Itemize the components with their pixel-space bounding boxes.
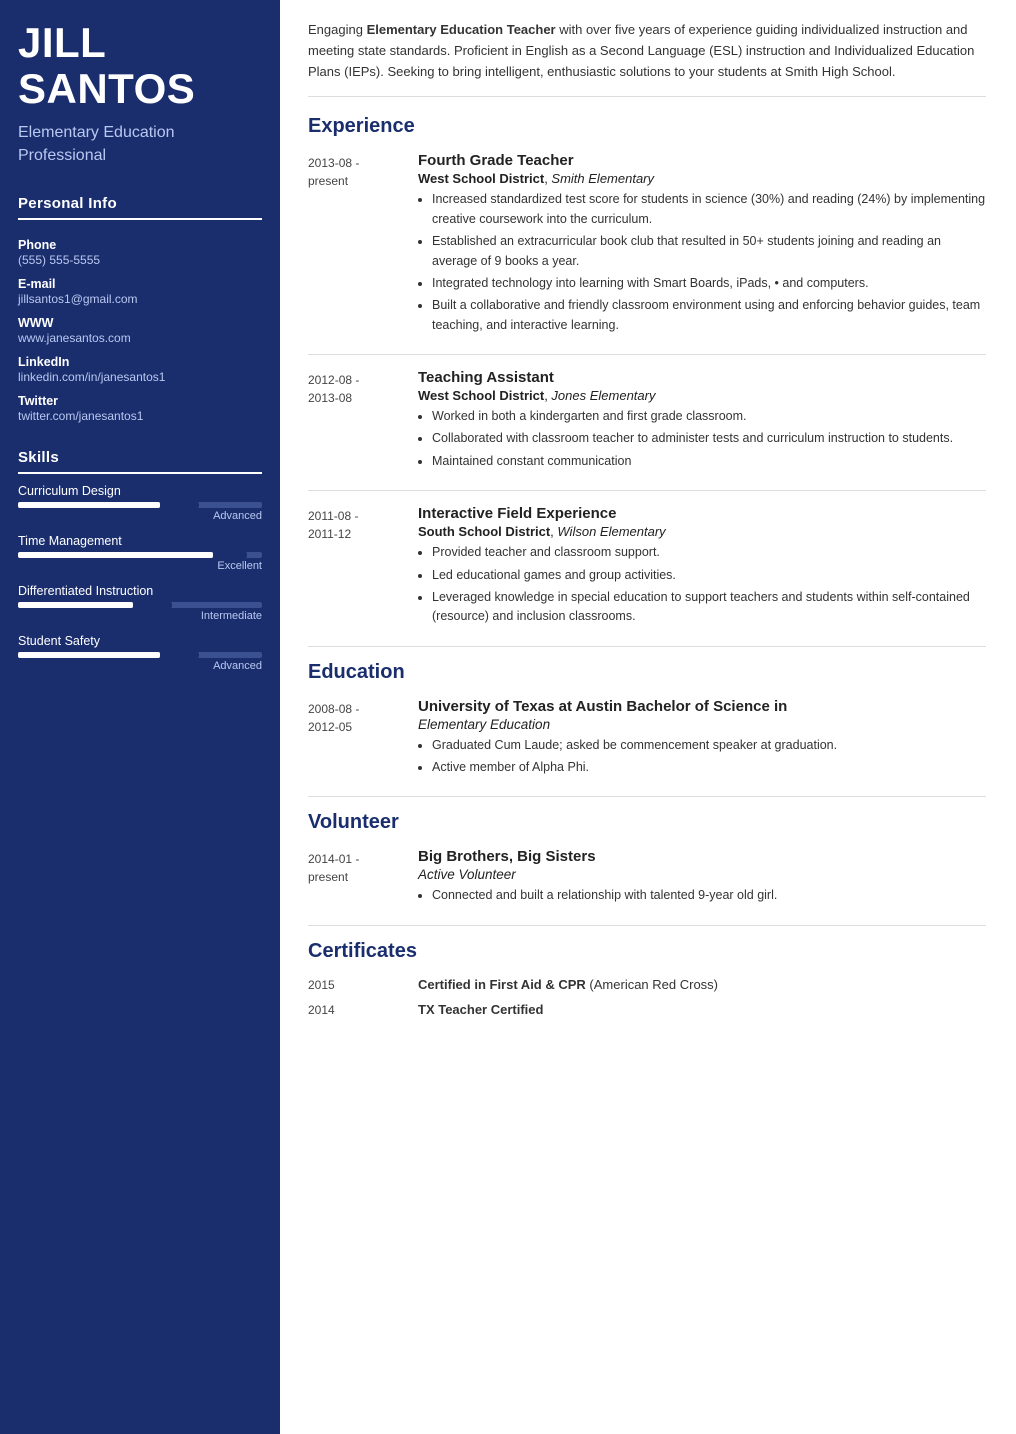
entry-bullets: Connected and built a relationship with …: [418, 886, 986, 905]
email-section: E-mail jillsantos1@gmail.com: [18, 269, 262, 308]
bullet-item: Established an extracurricular book club…: [432, 232, 986, 271]
entry-content: Fourth Grade Teacher West School Distric…: [418, 152, 986, 338]
skill-bar: [18, 502, 262, 508]
skill-item: Differentiated Instruction Intermediate: [18, 584, 262, 622]
experience-entry: 2013-08 -present Fourth Grade Teacher We…: [308, 152, 986, 338]
experience-entry: 2012-08 -2013-08 Teaching Assistant West…: [308, 369, 986, 474]
volunteer-subtitle: Active Volunteer: [418, 867, 986, 882]
www-section: WWW www.janesantos.com: [18, 308, 262, 347]
certificate-entry: 2015 Certified in First Aid & CPR (Ameri…: [308, 977, 986, 992]
twitter-label: Twitter: [18, 394, 262, 408]
experience-section-title: Experience: [308, 115, 986, 138]
entry-content: Interactive Field Experience South Schoo…: [418, 505, 986, 630]
entry-title: Teaching Assistant: [418, 369, 986, 386]
bullet-item: Graduated Cum Laude; asked be commenceme…: [432, 736, 986, 755]
skill-level: Advanced: [18, 510, 262, 522]
www-label: WWW: [18, 316, 262, 330]
email-value: jillsantos1@gmail.com: [18, 292, 262, 306]
cert-desc: Certified in First Aid & CPR (American R…: [418, 977, 986, 992]
skill-bar: [18, 602, 262, 608]
skill-item: Time Management Excellent: [18, 534, 262, 572]
entry-content: Teaching Assistant West School District,…: [418, 369, 986, 474]
certificates-section-title: Certificates: [308, 940, 986, 963]
volunteer-section-title: Volunteer: [308, 811, 986, 834]
entry-org: South School District, Wilson Elementary: [418, 524, 986, 539]
entry-date: 2012-08 -2013-08: [308, 369, 418, 474]
entry-bullets: Worked in both a kindergarten and first …: [418, 407, 986, 471]
linkedin-section: LinkedIn linkedin.com/in/janesantos1: [18, 347, 262, 386]
skill-level: Advanced: [18, 660, 262, 672]
entry-title: Interactive Field Experience: [418, 505, 986, 522]
experience-entry: 2011-08 -2011-12 Interactive Field Exper…: [308, 505, 986, 630]
entry-date: 2013-08 -present: [308, 152, 418, 338]
twitter-value: twitter.com/janesantos1: [18, 409, 262, 423]
edu-subtitle: Elementary Education: [418, 717, 986, 732]
bullet-item: Built a collaborative and friendly class…: [432, 296, 986, 335]
skill-bar: [18, 552, 262, 558]
bullet-item: Worked in both a kindergarten and first …: [432, 407, 986, 426]
bullet-item: Active member of Alpha Phi.: [432, 758, 986, 777]
personal-info-title: Personal Info: [18, 189, 262, 220]
skill-name: Student Safety: [18, 634, 262, 648]
skill-item: Curriculum Design Advanced: [18, 484, 262, 522]
bullet-item: Maintained constant communication: [432, 452, 986, 471]
phone-value: (555) 555-5555: [18, 253, 262, 267]
skill-bar: [18, 652, 262, 658]
twitter-section: Twitter twitter.com/janesantos1: [18, 386, 262, 425]
entry-content: University of Texas at Austin Bachelor o…: [418, 698, 986, 781]
entry-org: West School District, Smith Elementary: [418, 171, 986, 186]
volunteer-entry: 2014-01 -present Big Brothers, Big Siste…: [308, 848, 986, 908]
sidebar: JILL SANTOS Elementary Education Profess…: [0, 0, 280, 1434]
resume-container: JILL SANTOS Elementary Education Profess…: [0, 0, 1016, 1434]
skill-level: Intermediate: [18, 610, 262, 622]
entry-bullets: Graduated Cum Laude; asked be commenceme…: [418, 736, 986, 778]
entry-bullets: Increased standardized test score for st…: [418, 190, 986, 335]
certificate-entry: 2014 TX Teacher Certified: [308, 1002, 986, 1017]
cert-year: 2014: [308, 1002, 418, 1017]
bullet-item: Increased standardized test score for st…: [432, 190, 986, 229]
education-entry: 2008-08 -2012-05 University of Texas at …: [308, 698, 986, 781]
entry-date: 2008-08 -2012-05: [308, 698, 418, 781]
skill-name: Curriculum Design: [18, 484, 262, 498]
entry-date: 2014-01 -present: [308, 848, 418, 908]
skill-item: Student Safety Advanced: [18, 634, 262, 672]
candidate-subtitle: Elementary Education Professional: [18, 122, 262, 167]
skills-title: Skills: [18, 443, 262, 474]
cert-year: 2015: [308, 977, 418, 992]
bullet-item: Connected and built a relationship with …: [432, 886, 986, 905]
phone-label: Phone: [18, 238, 262, 252]
email-label: E-mail: [18, 277, 262, 291]
entry-date: 2011-08 -2011-12: [308, 505, 418, 630]
bullet-item: Led educational games and group activiti…: [432, 566, 986, 585]
skill-level: Excellent: [18, 560, 262, 572]
candidate-name: JILL SANTOS: [18, 20, 262, 112]
linkedin-label: LinkedIn: [18, 355, 262, 369]
education-section-title: Education: [308, 661, 986, 684]
bullet-item: Collaborated with classroom teacher to a…: [432, 429, 986, 448]
bullet-item: Provided teacher and classroom support.: [432, 543, 986, 562]
entry-content: Big Brothers, Big Sisters Active Volunte…: [418, 848, 986, 908]
bullet-item: Leveraged knowledge in special education…: [432, 588, 986, 627]
entry-title: Big Brothers, Big Sisters: [418, 848, 986, 865]
bullet-item: Integrated technology into learning with…: [432, 274, 986, 293]
skill-name: Time Management: [18, 534, 262, 548]
cert-desc: TX Teacher Certified: [418, 1002, 986, 1017]
skill-name: Differentiated Instruction: [18, 584, 262, 598]
entry-bullets: Provided teacher and classroom support. …: [418, 543, 986, 627]
entry-title: University of Texas at Austin Bachelor o…: [418, 698, 986, 715]
skills-section: Skills Curriculum Design Advanced Time M…: [18, 443, 262, 684]
www-value: www.janesantos.com: [18, 331, 262, 345]
main-content: Engaging Elementary Education Teacher wi…: [280, 0, 1016, 1434]
summary-text: Engaging Elementary Education Teacher wi…: [308, 20, 986, 97]
linkedin-value: linkedin.com/in/janesantos1: [18, 370, 262, 384]
phone-section: Phone (555) 555-5555: [18, 230, 262, 269]
entry-org: West School District, Jones Elementary: [418, 388, 986, 403]
entry-title: Fourth Grade Teacher: [418, 152, 986, 169]
